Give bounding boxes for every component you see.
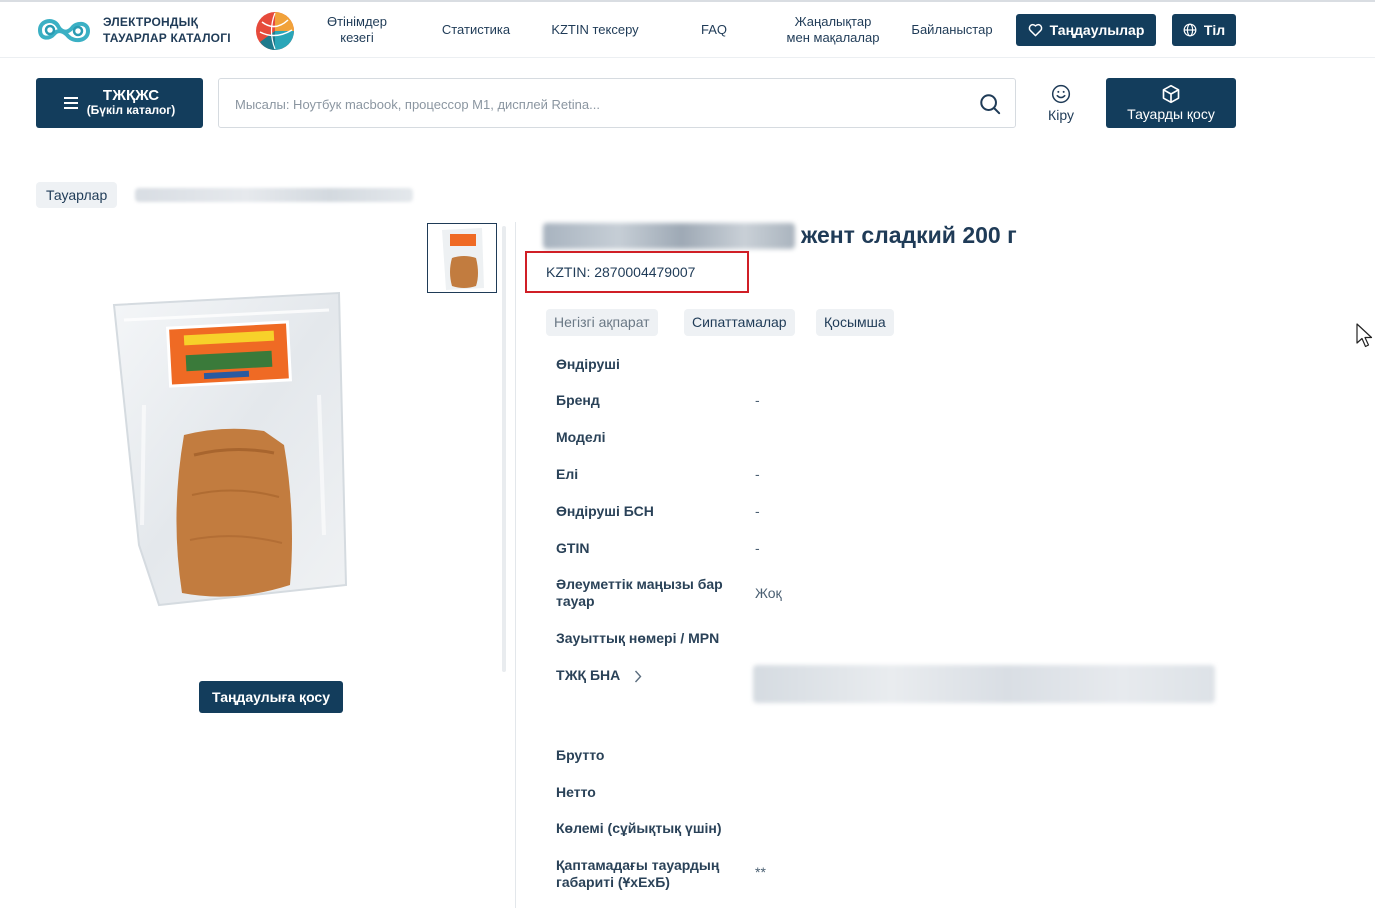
login-button[interactable]: Кіру: [1040, 84, 1082, 123]
add-to-favorites-button[interactable]: Таңдаулыға қосу: [199, 681, 343, 713]
heart-icon: [1028, 23, 1042, 37]
package-dimensions-label: Қаптамадағы тауардың габариті (ҰхЕхБ): [556, 857, 720, 890]
nav-kztin-check-label: KZTIN тексеру: [551, 22, 639, 37]
favorites-button[interactable]: Таңдаулылар: [1016, 14, 1156, 46]
tab-characteristics[interactable]: Сипаттамалар: [684, 309, 795, 336]
add-product-button[interactable]: Тауарды қосу: [1106, 78, 1236, 128]
manufacturer-label: Өндіруші: [556, 356, 620, 372]
nav-faq-label: FAQ: [700, 22, 727, 37]
model-label: Моделі: [556, 429, 606, 445]
gross-weight-label: Брутто: [556, 747, 605, 763]
gtin-value: -: [755, 540, 760, 556]
thumbnail-image: [442, 228, 484, 290]
tnved-value-redacted: [753, 665, 1215, 703]
country-label: Елі: [556, 466, 579, 482]
language-label: Тіл: [1203, 22, 1226, 38]
catalog-menu-button[interactable]: ТЖҚЖС (Бүкіл каталог): [36, 78, 203, 128]
volume-label: Көлемі (сұйықтық үшін): [556, 820, 722, 836]
logo-line-2: ТАУАРЛАР КАТАЛОГІ: [103, 31, 231, 45]
product-title-redacted: [543, 223, 795, 249]
login-label: Кіру: [1048, 107, 1074, 123]
package-dimensions-value: **: [755, 864, 766, 880]
kztin-code: KZTIN: 2870004479007: [546, 264, 696, 280]
catalog-menu-label: ТЖҚЖС (Бүкіл каталог): [87, 88, 176, 118]
net-weight-label: Нетто: [556, 784, 596, 800]
brand-value: -: [755, 392, 760, 408]
logo-line-1: ЭЛЕКТРОНДЫҚ: [103, 15, 199, 29]
nav-queue-line-1: Өтінімдер: [326, 14, 387, 29]
hamburger-menu-icon: [63, 97, 78, 109]
nav-queue-line-2: кезегі: [340, 30, 374, 45]
search-box: [218, 78, 1016, 128]
box-icon: [1162, 84, 1180, 104]
add-product-label: Тауарды қосу: [1127, 106, 1215, 122]
catalog-menu-title: ТЖҚЖС: [102, 87, 160, 104]
nav-contacts[interactable]: Байланыстар: [903, 22, 1001, 38]
social-significance-value: Жоқ: [755, 585, 782, 601]
nav-faq[interactable]: FAQ: [690, 22, 738, 38]
tnved-label: ТЖҚ БНА: [556, 667, 621, 683]
catalog-logo-icon[interactable]: [36, 12, 92, 48]
tab-additional[interactable]: Қосымша: [816, 309, 894, 336]
social-significance-label: Әлеуметтік маңызы бар тауар: [556, 576, 723, 609]
nav-news[interactable]: Жаңалықтар мен мақалалар: [776, 14, 890, 46]
globe-logo-icon: [256, 12, 294, 50]
search-input[interactable]: [235, 93, 955, 115]
nav-statistics-label: Статистика: [441, 22, 511, 37]
smile-user-icon: [1051, 84, 1071, 104]
language-button[interactable]: Тіл: [1172, 14, 1236, 46]
product-main-image: [112, 291, 348, 607]
chevron-right-icon[interactable]: [634, 670, 642, 683]
manufacturer-bin-label: Өндіруші БСН: [556, 503, 654, 519]
manufacturer-bin-value: -: [755, 503, 760, 519]
tab-main-info[interactable]: Негізгі ақпарат: [546, 309, 658, 336]
gallery-scrollbar[interactable]: [502, 226, 506, 672]
gtin-label: GTIN: [556, 540, 590, 556]
nav-contacts-label: Байланыстар: [911, 22, 993, 37]
nav-kztin-check[interactable]: KZTIN тексеру: [541, 22, 649, 38]
globe-icon: [1183, 23, 1197, 37]
breadcrumb-current-redacted: [135, 188, 413, 202]
country-value: -: [755, 466, 760, 482]
product-title: жент сладкий 200 г: [801, 222, 1017, 248]
column-divider: [515, 222, 516, 908]
search-icon[interactable]: [979, 93, 1001, 115]
catalog-menu-subtitle: (Бүкіл каталог): [86, 103, 176, 117]
nav-news-line-1: Жаңалықтар: [794, 14, 872, 29]
mouse-cursor-icon: [1356, 323, 1373, 348]
favorites-label: Таңдаулылар: [1049, 22, 1145, 38]
nav-news-line-2: мен мақалалар: [786, 30, 880, 45]
nav-queue[interactable]: Өтінімдер кезегі: [318, 14, 396, 46]
site-header: ЭЛЕКТРОНДЫҚ ТАУАРЛАР КАТАЛОГІ Өтінімдер …: [0, 2, 1375, 58]
tnved-row[interactable]: ТЖҚ БНА: [556, 667, 746, 684]
brand-label: Бренд: [556, 392, 600, 408]
product-thumbnail[interactable]: [427, 223, 497, 293]
mpn-label: Зауыттық нөмері / MPN: [556, 630, 720, 646]
nav-statistics[interactable]: Статистика: [432, 22, 520, 38]
breadcrumb-products[interactable]: Тауарлар: [36, 182, 118, 208]
logo-text[interactable]: ЭЛЕКТРОНДЫҚ ТАУАРЛАР КАТАЛОГІ: [103, 14, 231, 46]
